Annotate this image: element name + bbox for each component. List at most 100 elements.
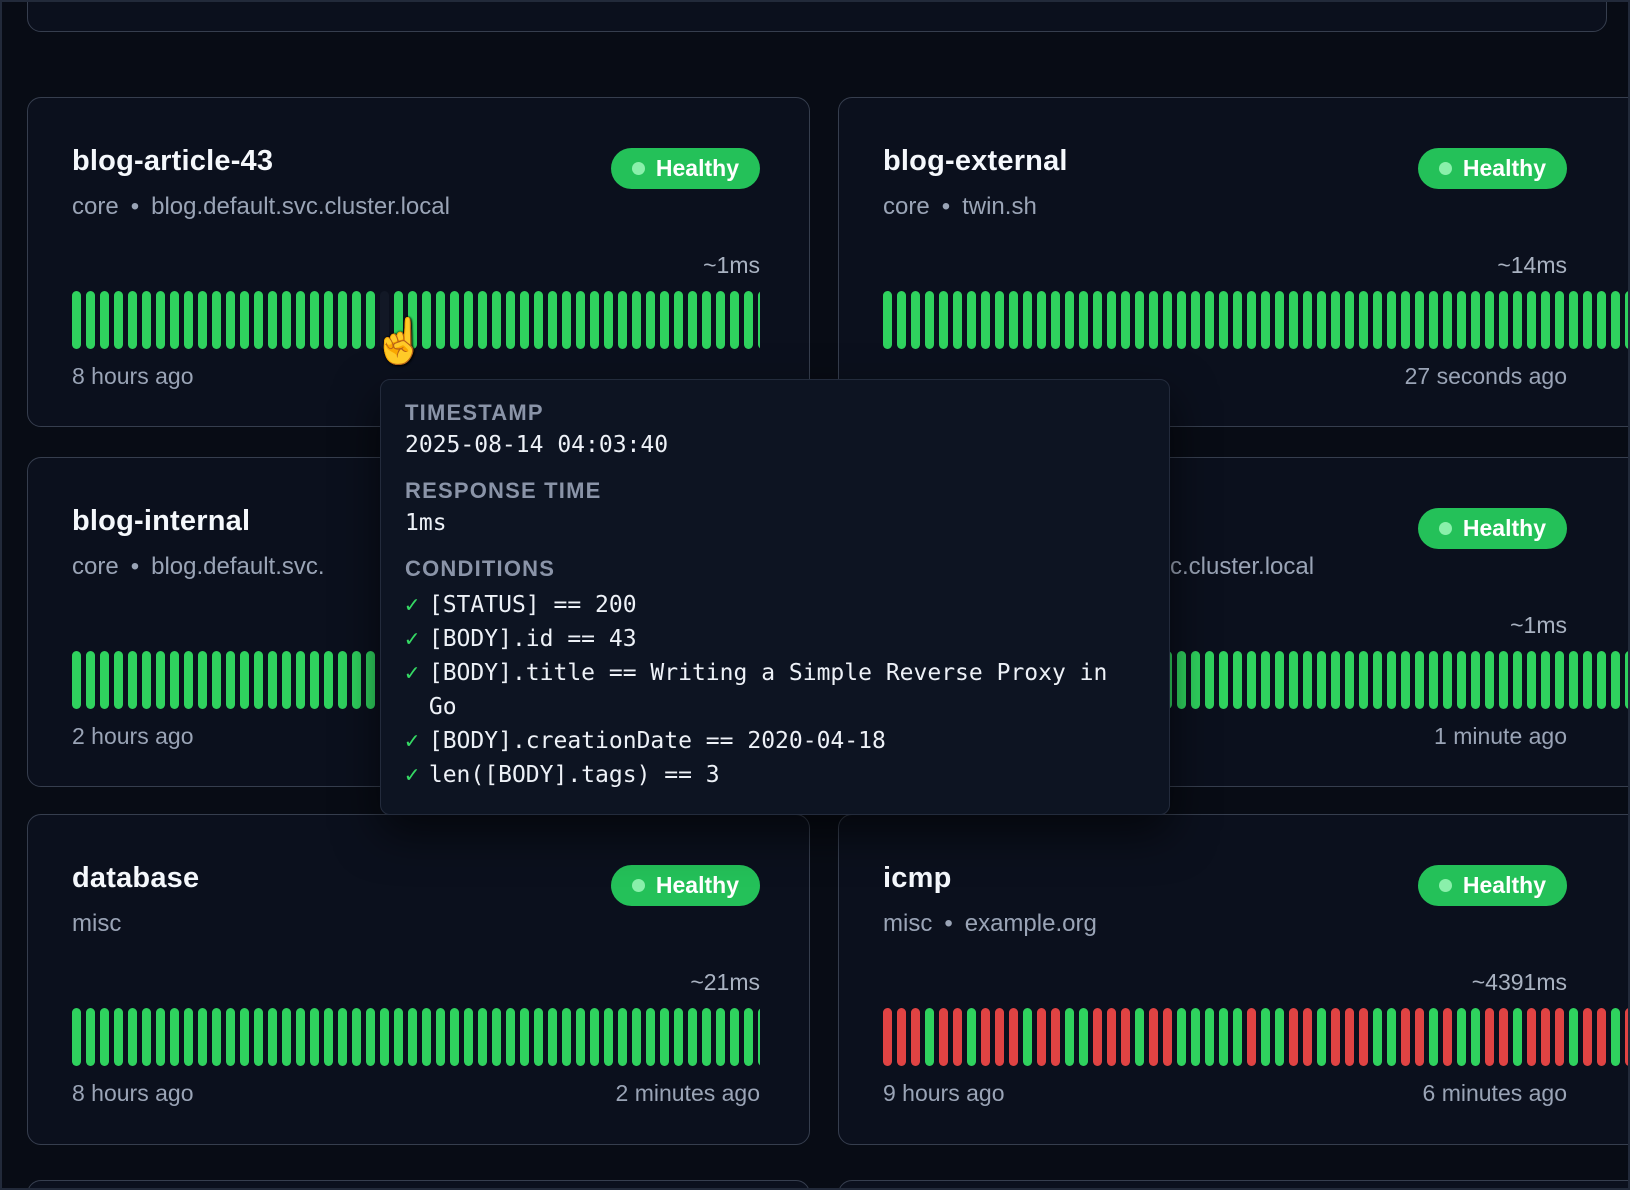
history-bar[interactable] <box>226 291 235 349</box>
history-bar[interactable] <box>506 291 515 349</box>
history-bar[interactable] <box>1583 291 1592 349</box>
history-bar[interactable] <box>184 651 193 709</box>
history-bar[interactable] <box>478 1008 487 1066</box>
history-bar[interactable] <box>1191 651 1200 709</box>
history-bar[interactable] <box>911 291 920 349</box>
history-bar[interactable] <box>1471 1008 1480 1066</box>
history-bar[interactable] <box>604 291 613 349</box>
history-bar[interactable] <box>268 651 277 709</box>
history-bar[interactable] <box>730 291 739 349</box>
history-bar[interactable] <box>534 1008 543 1066</box>
history-bar[interactable] <box>1163 1008 1172 1066</box>
history-bar[interactable] <box>366 1008 375 1066</box>
history-bar[interactable] <box>716 291 725 349</box>
history-bar[interactable] <box>86 651 95 709</box>
history-bar[interactable] <box>1415 651 1424 709</box>
history-bar[interactable] <box>1359 291 1368 349</box>
history-bar[interactable] <box>1247 651 1256 709</box>
history-bar[interactable] <box>1541 651 1550 709</box>
history-bar[interactable] <box>338 291 347 349</box>
history-bar[interactable] <box>198 291 207 349</box>
history-bar[interactable] <box>156 291 165 349</box>
history-bar[interactable] <box>324 291 333 349</box>
history-bar[interactable] <box>1037 1008 1046 1066</box>
history-bar[interactable] <box>366 291 375 349</box>
history-bar[interactable] <box>1065 291 1074 349</box>
history-bar[interactable] <box>1527 651 1536 709</box>
history-bar[interactable] <box>86 291 95 349</box>
history-bar[interactable] <box>352 291 361 349</box>
history-bar[interactable] <box>170 1008 179 1066</box>
history-bar[interactable] <box>1569 651 1578 709</box>
history-bar[interactable] <box>925 291 934 349</box>
history-bar[interactable] <box>716 1008 725 1066</box>
history-bar[interactable] <box>240 651 249 709</box>
history-bar[interactable] <box>1331 1008 1340 1066</box>
history-bar[interactable] <box>296 651 305 709</box>
history-bar[interactable] <box>492 291 501 349</box>
history-bar[interactable] <box>1555 291 1564 349</box>
history-bar[interactable] <box>1499 291 1508 349</box>
history-bar[interactable] <box>394 291 403 349</box>
history-bar[interactable] <box>1191 291 1200 349</box>
history-bar[interactable] <box>408 1008 417 1066</box>
history-bar[interactable] <box>576 291 585 349</box>
history-bar[interactable] <box>744 1008 753 1066</box>
history-bar[interactable] <box>1611 651 1620 709</box>
history-bar[interactable] <box>1261 1008 1270 1066</box>
history-bar[interactable] <box>450 291 459 349</box>
history-bar[interactable] <box>548 1008 557 1066</box>
history-bar[interactable] <box>100 291 109 349</box>
history-bar[interactable] <box>254 1008 263 1066</box>
history-bar[interactable] <box>1331 651 1340 709</box>
history-bar[interactable] <box>100 1008 109 1066</box>
history-bar[interactable] <box>254 651 263 709</box>
history-bar[interactable] <box>1275 651 1284 709</box>
history-bar[interactable] <box>324 651 333 709</box>
history-bar[interactable] <box>1023 1008 1032 1066</box>
history-bar[interactable] <box>1387 291 1396 349</box>
history-bar[interactable] <box>1597 291 1606 349</box>
history-bar[interactable] <box>1205 651 1214 709</box>
history-bar[interactable] <box>1583 651 1592 709</box>
history-bar[interactable] <box>268 1008 277 1066</box>
history-bar[interactable] <box>520 291 529 349</box>
history-bar[interactable] <box>1219 651 1228 709</box>
history-bar[interactable] <box>758 291 760 349</box>
history-bar[interactable] <box>1499 651 1508 709</box>
history-bar[interactable] <box>1023 291 1032 349</box>
history-bar[interactable] <box>1387 651 1396 709</box>
history-bar[interactable] <box>310 1008 319 1066</box>
history-bar[interactable] <box>688 291 697 349</box>
history-bar[interactable] <box>212 1008 221 1066</box>
history-bar[interactable] <box>338 651 347 709</box>
history-bar[interactable] <box>520 1008 529 1066</box>
history-bar[interactable] <box>1275 291 1284 349</box>
history-bar[interactable] <box>1443 651 1452 709</box>
history-bar[interactable] <box>1485 651 1494 709</box>
history-bar[interactable] <box>170 291 179 349</box>
history-bar[interactable] <box>338 1008 347 1066</box>
history-bar[interactable] <box>1513 651 1522 709</box>
history-bar[interactable] <box>282 291 291 349</box>
history-bar[interactable] <box>604 1008 613 1066</box>
history-bar[interactable] <box>1611 291 1620 349</box>
history-bar[interactable] <box>128 1008 137 1066</box>
history-bar[interactable] <box>1345 291 1354 349</box>
history-bar[interactable] <box>590 1008 599 1066</box>
history-bar[interactable] <box>1009 1008 1018 1066</box>
history-bar[interactable] <box>296 291 305 349</box>
history-bar[interactable] <box>184 291 193 349</box>
history-bar[interactable] <box>1051 1008 1060 1066</box>
history-bar[interactable] <box>953 1008 962 1066</box>
history-bar[interactable] <box>1583 1008 1592 1066</box>
history-bar[interactable] <box>758 1008 760 1066</box>
history-bar[interactable] <box>1135 1008 1144 1066</box>
history-bar[interactable] <box>1051 291 1060 349</box>
history-bar[interactable] <box>506 1008 515 1066</box>
history-bar[interactable] <box>226 1008 235 1066</box>
history-bar[interactable] <box>548 291 557 349</box>
history-bar[interactable] <box>1555 1008 1564 1066</box>
history-bar[interactable] <box>1387 1008 1396 1066</box>
history-bar[interactable] <box>142 291 151 349</box>
